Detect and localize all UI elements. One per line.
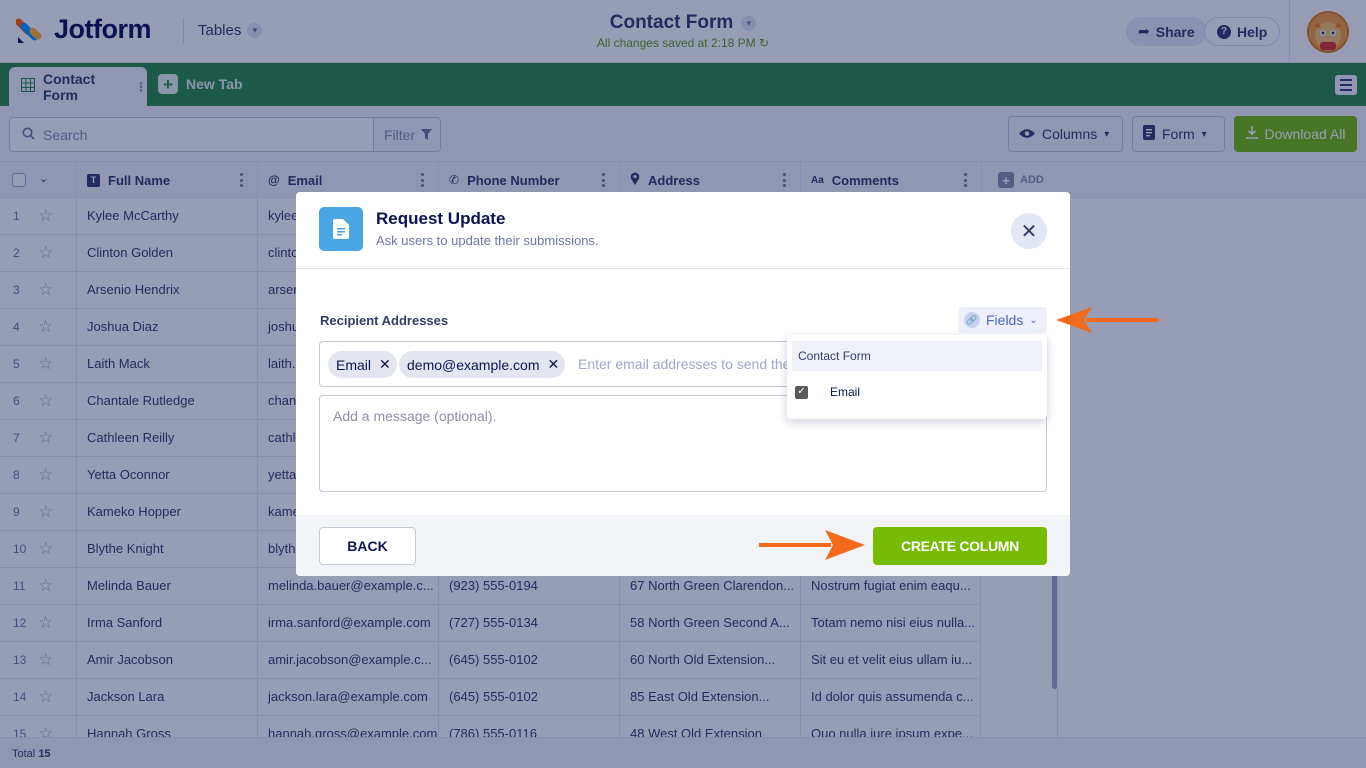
dialog-title: Request Update bbox=[376, 209, 506, 228]
link-icon: 🔗 bbox=[964, 312, 980, 328]
back-button[interactable]: BACK bbox=[319, 527, 416, 565]
annotation-arrow-create bbox=[759, 530, 865, 560]
recipient-chip[interactable]: Email ✕ bbox=[328, 351, 397, 378]
message-placeholder: Add a message (optional). bbox=[333, 408, 497, 424]
create-column-label: CREATE COLUMN bbox=[901, 538, 1019, 554]
dropdown-item-label: Email bbox=[830, 385, 861, 399]
dialog-footer: BACK CREATE COLUMN bbox=[296, 515, 1070, 576]
chip-label: Email bbox=[336, 356, 372, 373]
fields-label: Fields bbox=[986, 312, 1024, 328]
fields-dropdown-menu: Contact Form ✓ Email bbox=[787, 335, 1047, 419]
dropdown-item-email[interactable]: ✓ Email bbox=[795, 385, 860, 399]
create-column-button[interactable]: CREATE COLUMN bbox=[873, 527, 1047, 565]
recipient-chip[interactable]: demo@example.com ✕ bbox=[399, 351, 566, 378]
dialog-header: Request Update Ask users to update their… bbox=[296, 192, 1070, 269]
chip-label: demo@example.com bbox=[407, 356, 540, 373]
dropdown-group-header: Contact Form bbox=[792, 341, 1042, 371]
fields-dropdown-button[interactable]: 🔗 Fields ⌄ bbox=[958, 307, 1047, 333]
recipients-placeholder: Enter email addresses to send the bbox=[578, 356, 791, 372]
annotation-arrow-fields bbox=[1056, 307, 1159, 333]
remove-chip-icon[interactable]: ✕ bbox=[548, 356, 560, 373]
chevron-down-icon: ⌄ bbox=[1029, 314, 1038, 326]
dialog-subtitle: Ask users to update their submissions. bbox=[376, 233, 599, 248]
close-icon: ✕ bbox=[1020, 220, 1038, 243]
close-button[interactable]: ✕ bbox=[1011, 213, 1047, 249]
document-icon bbox=[319, 207, 363, 251]
recipient-addresses-label: Recipient Addresses bbox=[320, 313, 449, 328]
checkbox-checked-icon[interactable]: ✓ bbox=[795, 385, 808, 399]
remove-chip-icon[interactable]: ✕ bbox=[379, 356, 391, 373]
back-label: BACK bbox=[347, 538, 388, 554]
